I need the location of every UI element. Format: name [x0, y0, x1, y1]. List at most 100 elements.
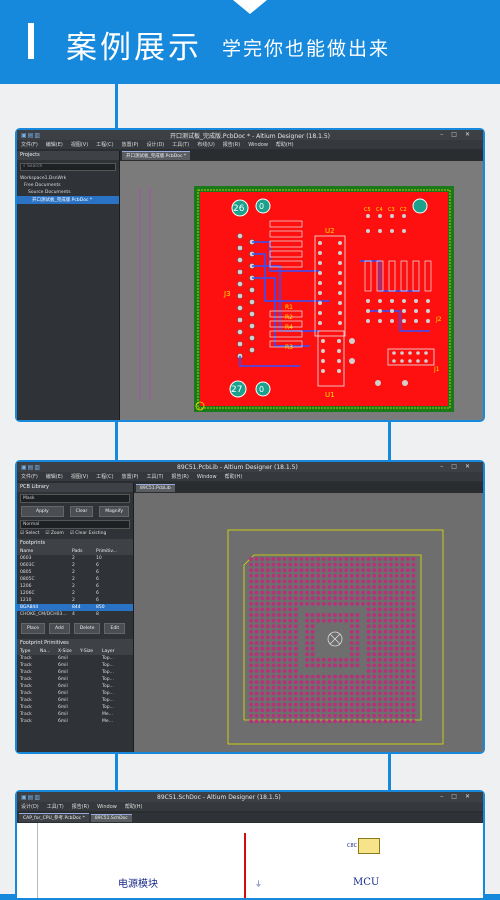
primitive-row[interactable]: Track 6mil Top...: [17, 669, 133, 676]
bga-pad: [411, 691, 416, 696]
bga-pad: [327, 719, 332, 724]
bga-pad: [305, 663, 309, 668]
tree-item-free-documents[interactable]: Free Documents: [17, 182, 119, 189]
window-controls[interactable]: –□✕: [440, 131, 478, 138]
col-type[interactable]: Type: [20, 648, 40, 655]
col-pads[interactable]: Pads: [72, 548, 96, 555]
bga-pad: [254, 557, 259, 561]
search-input[interactable]: ⌕ Search: [20, 163, 116, 171]
tree-item-source-documents[interactable]: Source Documents: [17, 189, 119, 196]
menu-item[interactable]: 编辑(E): [46, 141, 63, 148]
magnify-button[interactable]: Magnify: [99, 506, 129, 517]
footprint-row[interactable]: CHOKE_CM/DCH03... 4 8: [17, 611, 133, 618]
footprint-row[interactable]: 0805 2 6: [17, 569, 133, 576]
footprint-canvas[interactable]: [134, 493, 483, 752]
tree-item-pcbdoc[interactable]: 开口测试板_完成版.PcbDoc *: [17, 196, 119, 204]
footprint-row[interactable]: 0603C 2 6: [17, 562, 133, 569]
tab-schdoc[interactable]: 89C51.SchDoc: [90, 813, 132, 822]
check-select[interactable]: ☑ Select: [20, 531, 39, 536]
schematic-canvas[interactable]: 电源模块 ⏚ MCU C8C: [17, 823, 483, 898]
window-controls[interactable]: –□✕: [440, 793, 478, 800]
tab-cap-pcbdoc[interactable]: CAP_for_CPU_参考.PcbDoc *: [19, 813, 89, 822]
bga-pad: [305, 601, 309, 606]
menu-item[interactable]: 报告(R): [72, 803, 89, 810]
bga-pad: [271, 585, 276, 589]
footprint-row[interactable]: 0805C 2 6: [17, 576, 133, 583]
menu-item[interactable]: 设计(D): [21, 803, 39, 810]
delete-button[interactable]: Delete: [73, 623, 101, 634]
menu-item[interactable]: 帮助(H): [225, 473, 243, 480]
apply-button[interactable]: Apply: [21, 506, 64, 517]
menu-item[interactable]: 帮助(H): [276, 141, 294, 148]
primitive-row[interactable]: Track 6mil Top...: [17, 683, 133, 690]
bga-pad: [372, 641, 377, 645]
menu-item[interactable]: 放置(P): [122, 141, 139, 148]
primitive-row[interactable]: Track 6mil Me...: [17, 718, 133, 725]
bga-pad: [249, 601, 253, 606]
menu-item[interactable]: 布线(U): [197, 141, 215, 148]
col-primitives[interactable]: Primitiv...: [96, 548, 117, 555]
bga-pad: [366, 680, 371, 685]
col-name[interactable]: Name: [20, 548, 72, 555]
menu-item[interactable]: 报告(R): [223, 141, 240, 148]
menu-item[interactable]: 设计(D): [147, 141, 165, 148]
col-ysize[interactable]: Y-Size: [80, 648, 102, 655]
tab-pcblib[interactable]: 89C51.PcbLib: [136, 483, 175, 492]
footprint-row[interactable]: BGA844 844 850: [17, 604, 133, 611]
menu-item[interactable]: Window: [197, 474, 217, 480]
primitive-row[interactable]: Track 6mil Top...: [17, 704, 133, 711]
menu-item[interactable]: 文件(F): [21, 141, 38, 148]
place-button[interactable]: Place: [21, 623, 45, 634]
menu-item[interactable]: 放置(P): [122, 473, 139, 480]
footprint-row[interactable]: 1206 2 6: [17, 583, 133, 590]
menu-item[interactable]: 视图(V): [71, 141, 88, 148]
menu-item[interactable]: 报告(R): [171, 473, 188, 480]
menu-item[interactable]: 编辑(E): [46, 473, 63, 480]
menu-item[interactable]: 工具(T): [147, 473, 164, 480]
primitive-row[interactable]: Track 6mil Top...: [17, 662, 133, 669]
primitive-row[interactable]: Track 6mil Top...: [17, 697, 133, 704]
bga-pad: [282, 657, 287, 662]
primitive-type: Track: [20, 691, 32, 696]
menu-item[interactable]: 工程(C): [96, 141, 113, 148]
col-xsize[interactable]: X-Size: [58, 648, 80, 655]
menu-item[interactable]: Window: [97, 804, 117, 810]
primitive-type: Track: [20, 677, 32, 682]
bga-pad: [372, 663, 377, 668]
menu-item[interactable]: 帮助(H): [125, 803, 143, 810]
check-clear-existing[interactable]: ☑ Clear Existing: [70, 531, 107, 536]
bga-pad: [411, 607, 416, 612]
quick-access-icons[interactable]: ▣▤▥: [21, 794, 41, 801]
mode-select[interactable]: Normal: [20, 520, 130, 529]
window-controls[interactable]: –□✕: [440, 463, 478, 470]
menu-item[interactable]: Window: [248, 142, 268, 148]
bga-pad: [305, 719, 309, 724]
mask-field[interactable]: Mask: [20, 494, 130, 503]
menu-item[interactable]: 工程(C): [96, 473, 113, 480]
primitive-row[interactable]: Track 6mil Me...: [17, 711, 133, 718]
quick-access-icons[interactable]: ▣▤▥: [21, 464, 41, 471]
primitive-row[interactable]: Track 6mil Top...: [17, 690, 133, 697]
check-zoom[interactable]: ☑ Zoom: [45, 531, 63, 536]
pcb-canvas[interactable]: 26 27 0 0 J3 R1 R2 R4 R3 U2 U1 C5 C4 C3 …: [120, 161, 483, 420]
menu-item[interactable]: 工具(T): [47, 803, 64, 810]
edit-button[interactable]: Edit: [104, 623, 126, 634]
menu-item[interactable]: 文件(F): [21, 473, 38, 480]
bga-pad: [349, 646, 354, 651]
col-layer[interactable]: Layer: [102, 648, 115, 655]
add-button[interactable]: Add: [48, 623, 70, 634]
footprint-row[interactable]: 0603 2 10: [17, 555, 133, 562]
tab-pcbdoc[interactable]: 开口测试板_完成版.PcbDoc *: [122, 151, 191, 160]
footprint-row[interactable]: 1206C 2 6: [17, 590, 133, 597]
col-na[interactable]: Na...: [40, 648, 58, 655]
bga-pad: [249, 562, 253, 567]
footprint-row[interactable]: 1210 2 6: [17, 597, 133, 604]
bga-pad: [277, 685, 281, 690]
clear-button[interactable]: Clear: [69, 506, 94, 517]
menu-item[interactable]: 视图(V): [71, 473, 88, 480]
primitive-row[interactable]: Track 6mil Top...: [17, 676, 133, 683]
menu-item[interactable]: 工具(T): [172, 141, 189, 148]
primitive-row[interactable]: Track 6mil Top...: [17, 655, 133, 662]
bga-pad: [310, 657, 315, 662]
tree-item-workspace[interactable]: Workspace1.DsnWrk: [17, 175, 119, 182]
